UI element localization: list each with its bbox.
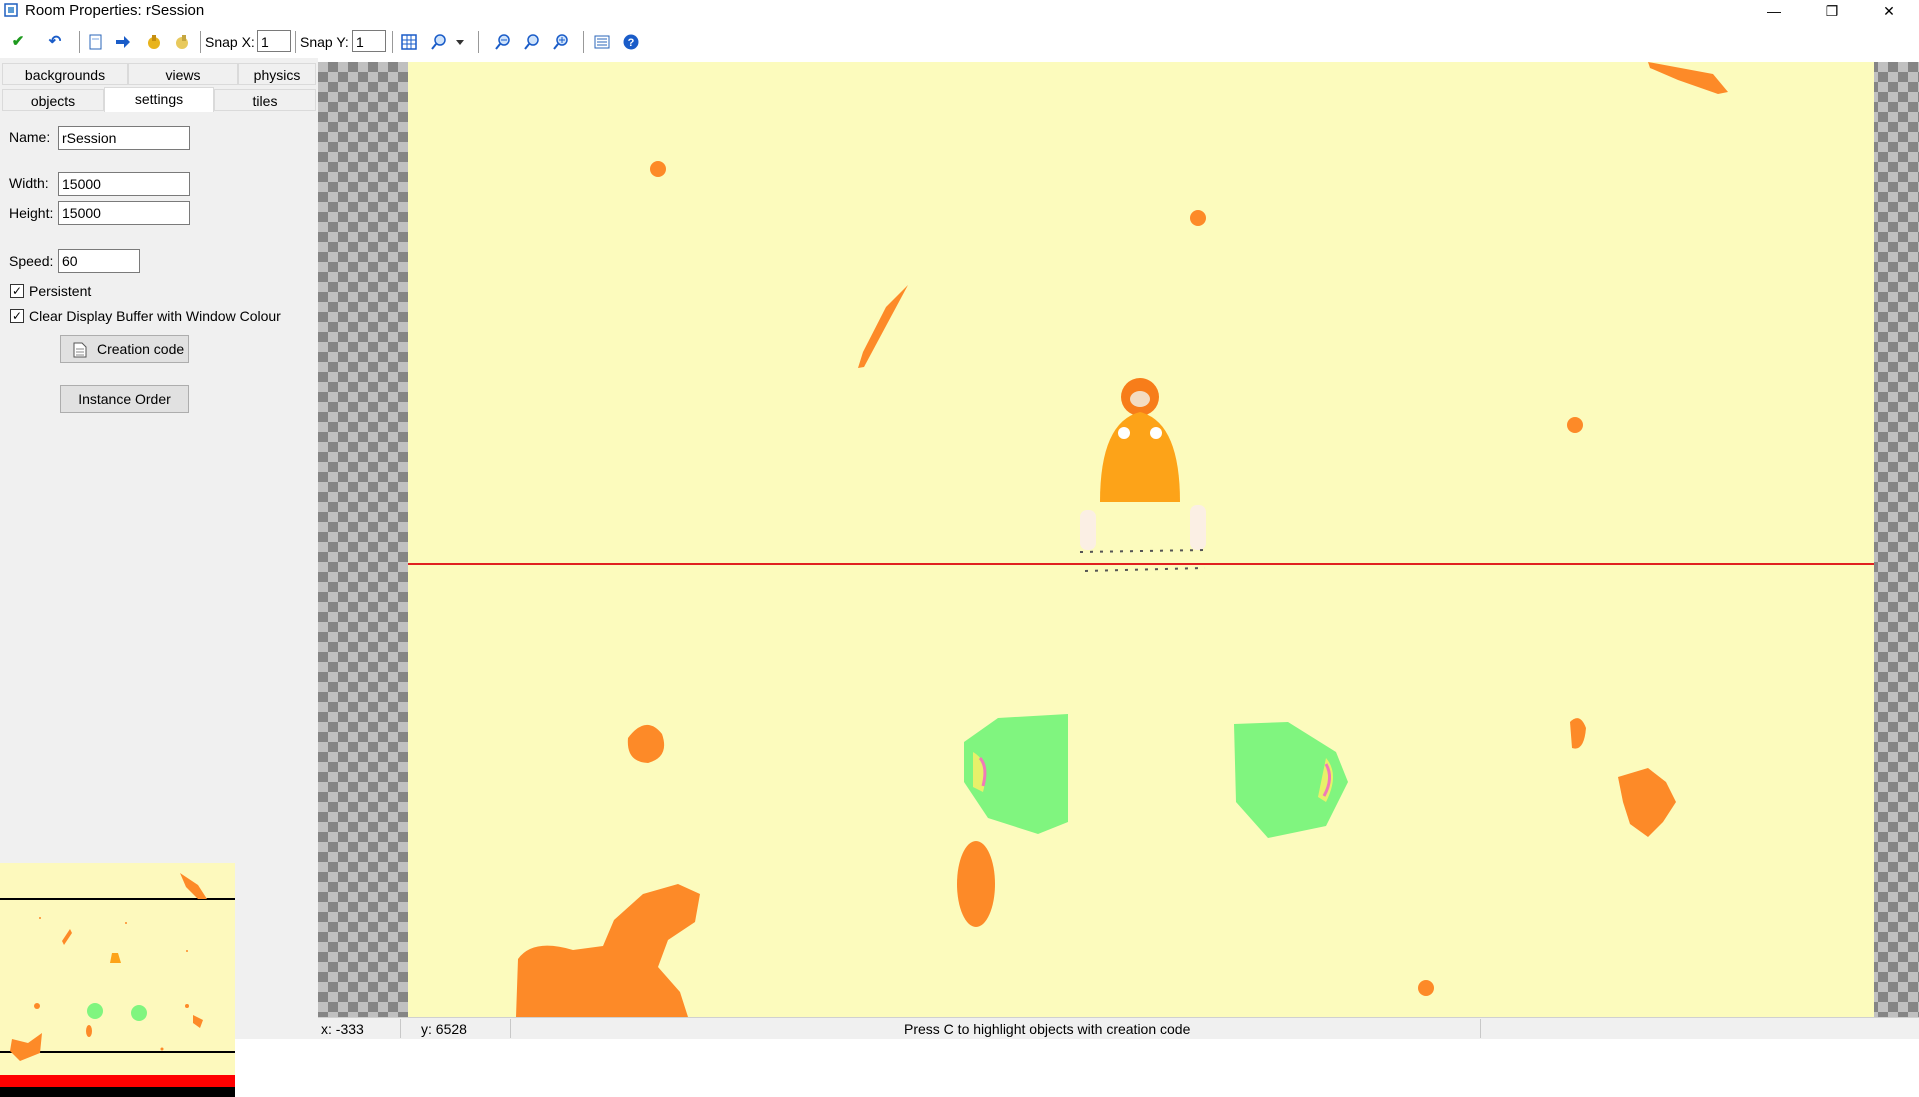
shift-instances-icon[interactable] <box>114 33 132 51</box>
status-separator <box>400 1019 401 1038</box>
tab-objects[interactable]: objects <box>2 89 104 111</box>
room-app-icon <box>4 3 18 17</box>
orange-blob-instance <box>650 161 666 177</box>
room-height-input[interactable]: 15000 <box>58 201 190 225</box>
svg-text:?: ? <box>628 37 635 49</box>
room-name-input[interactable]: rSession <box>58 126 190 150</box>
orange-blob-instance <box>1648 62 1728 94</box>
persistent-checkbox[interactable]: ✓ <box>10 284 24 298</box>
green-enemy-instance <box>1234 722 1348 838</box>
snap-y-label: Snap Y: <box>300 34 349 50</box>
status-bar: x: -333 y: 6528 Press C to highlight obj… <box>318 1017 1919 1039</box>
tab-settings[interactable]: settings <box>104 87 214 112</box>
persistent-label: Persistent <box>29 283 92 299</box>
orange-blob-instance <box>627 724 665 763</box>
minimap-preview <box>0 873 235 1097</box>
status-separator <box>510 1019 511 1038</box>
toolbar-separator <box>79 31 80 53</box>
zoom-in-icon[interactable] <box>552 33 570 51</box>
clear-display-buffer-checkbox[interactable]: ✓ <box>10 309 24 323</box>
clear-display-buffer-label: Clear Display Buffer with Window Colour <box>29 308 281 324</box>
room-minimap[interactable] <box>0 863 235 1097</box>
room-width-input[interactable]: 15000 <box>58 172 190 196</box>
player-character-instance <box>1079 378 1206 572</box>
toolbar-separator <box>583 31 584 53</box>
unlock-instances-icon[interactable] <box>173 33 191 51</box>
chevron-down-icon[interactable] <box>454 33 466 51</box>
orange-blob-instance <box>1190 210 1206 226</box>
orange-blob-instance <box>1570 718 1586 749</box>
clear-room-icon[interactable] <box>87 33 105 51</box>
tab-backgrounds[interactable]: backgrounds <box>2 63 128 85</box>
room-editor-canvas[interactable] <box>318 62 1919 1017</box>
orange-blob-instance <box>957 841 995 927</box>
name-label: Name: <box>9 129 51 145</box>
ok-checkmark-icon[interactable]: ✔ <box>9 33 27 51</box>
status-separator <box>1480 1019 1481 1038</box>
properties-panel: backgrounds views physics objects settin… <box>0 58 318 1097</box>
tab-physics[interactable]: physics <box>238 63 316 85</box>
tab-views[interactable]: views <box>128 63 238 85</box>
title-bar: Room Properties: rSession — ❐ ✕ <box>0 0 1919 22</box>
lock-instances-icon[interactable] <box>145 33 163 51</box>
toolbar-separator <box>478 31 479 53</box>
room-settings-icon[interactable] <box>593 33 611 51</box>
undo-icon[interactable]: ↶ <box>46 33 64 51</box>
cursor-x-readout: x: -333 <box>321 1021 364 1037</box>
zoom-tool-icon[interactable] <box>430 33 448 51</box>
snap-y-input[interactable]: 1 <box>352 30 386 52</box>
room-area[interactable] <box>408 62 1874 1017</box>
room-instances <box>408 62 1874 1017</box>
orange-blob-instance <box>1418 980 1434 996</box>
cursor-y-readout: y: 6528 <box>421 1021 467 1037</box>
speed-label: Speed: <box>9 253 54 269</box>
creation-code-label: Creation code <box>97 341 185 357</box>
creation-code-button[interactable]: Creation code <box>60 335 189 363</box>
window-title: Room Properties: rSession <box>25 2 205 19</box>
document-icon <box>73 342 87 358</box>
tab-tiles[interactable]: tiles <box>214 89 316 111</box>
snap-x-label: Snap X: <box>205 34 255 50</box>
zoom-reset-icon[interactable] <box>523 33 541 51</box>
orange-blob-instance <box>1618 768 1676 837</box>
minimize-button[interactable]: — <box>1751 0 1797 22</box>
orange-blob-instance <box>1567 417 1583 433</box>
toolbar-separator <box>295 31 296 53</box>
height-label: Height: <box>9 205 54 221</box>
close-button[interactable]: ✕ <box>1866 0 1912 22</box>
toolbar: ✔ ↶ Snap X: 1 Snap Y: 1 ? <box>0 26 1919 58</box>
toolbar-separator <box>200 31 201 53</box>
grid-icon[interactable] <box>400 33 418 51</box>
snap-x-input[interactable]: 1 <box>257 30 291 52</box>
zoom-out-icon[interactable] <box>494 33 512 51</box>
width-label: Width: <box>9 175 49 191</box>
room-speed-input[interactable]: 60 <box>58 249 140 273</box>
status-hint: Press C to highlight objects with creati… <box>904 1021 1191 1037</box>
help-icon[interactable]: ? <box>622 33 640 51</box>
green-enemy-instance <box>964 714 1068 834</box>
toolbar-separator <box>392 31 393 53</box>
orange-blob-instance <box>858 285 908 368</box>
orange-blob-instance <box>516 884 700 1017</box>
restore-button[interactable]: ❐ <box>1809 0 1855 22</box>
instance-order-button[interactable]: Instance Order <box>60 385 189 413</box>
